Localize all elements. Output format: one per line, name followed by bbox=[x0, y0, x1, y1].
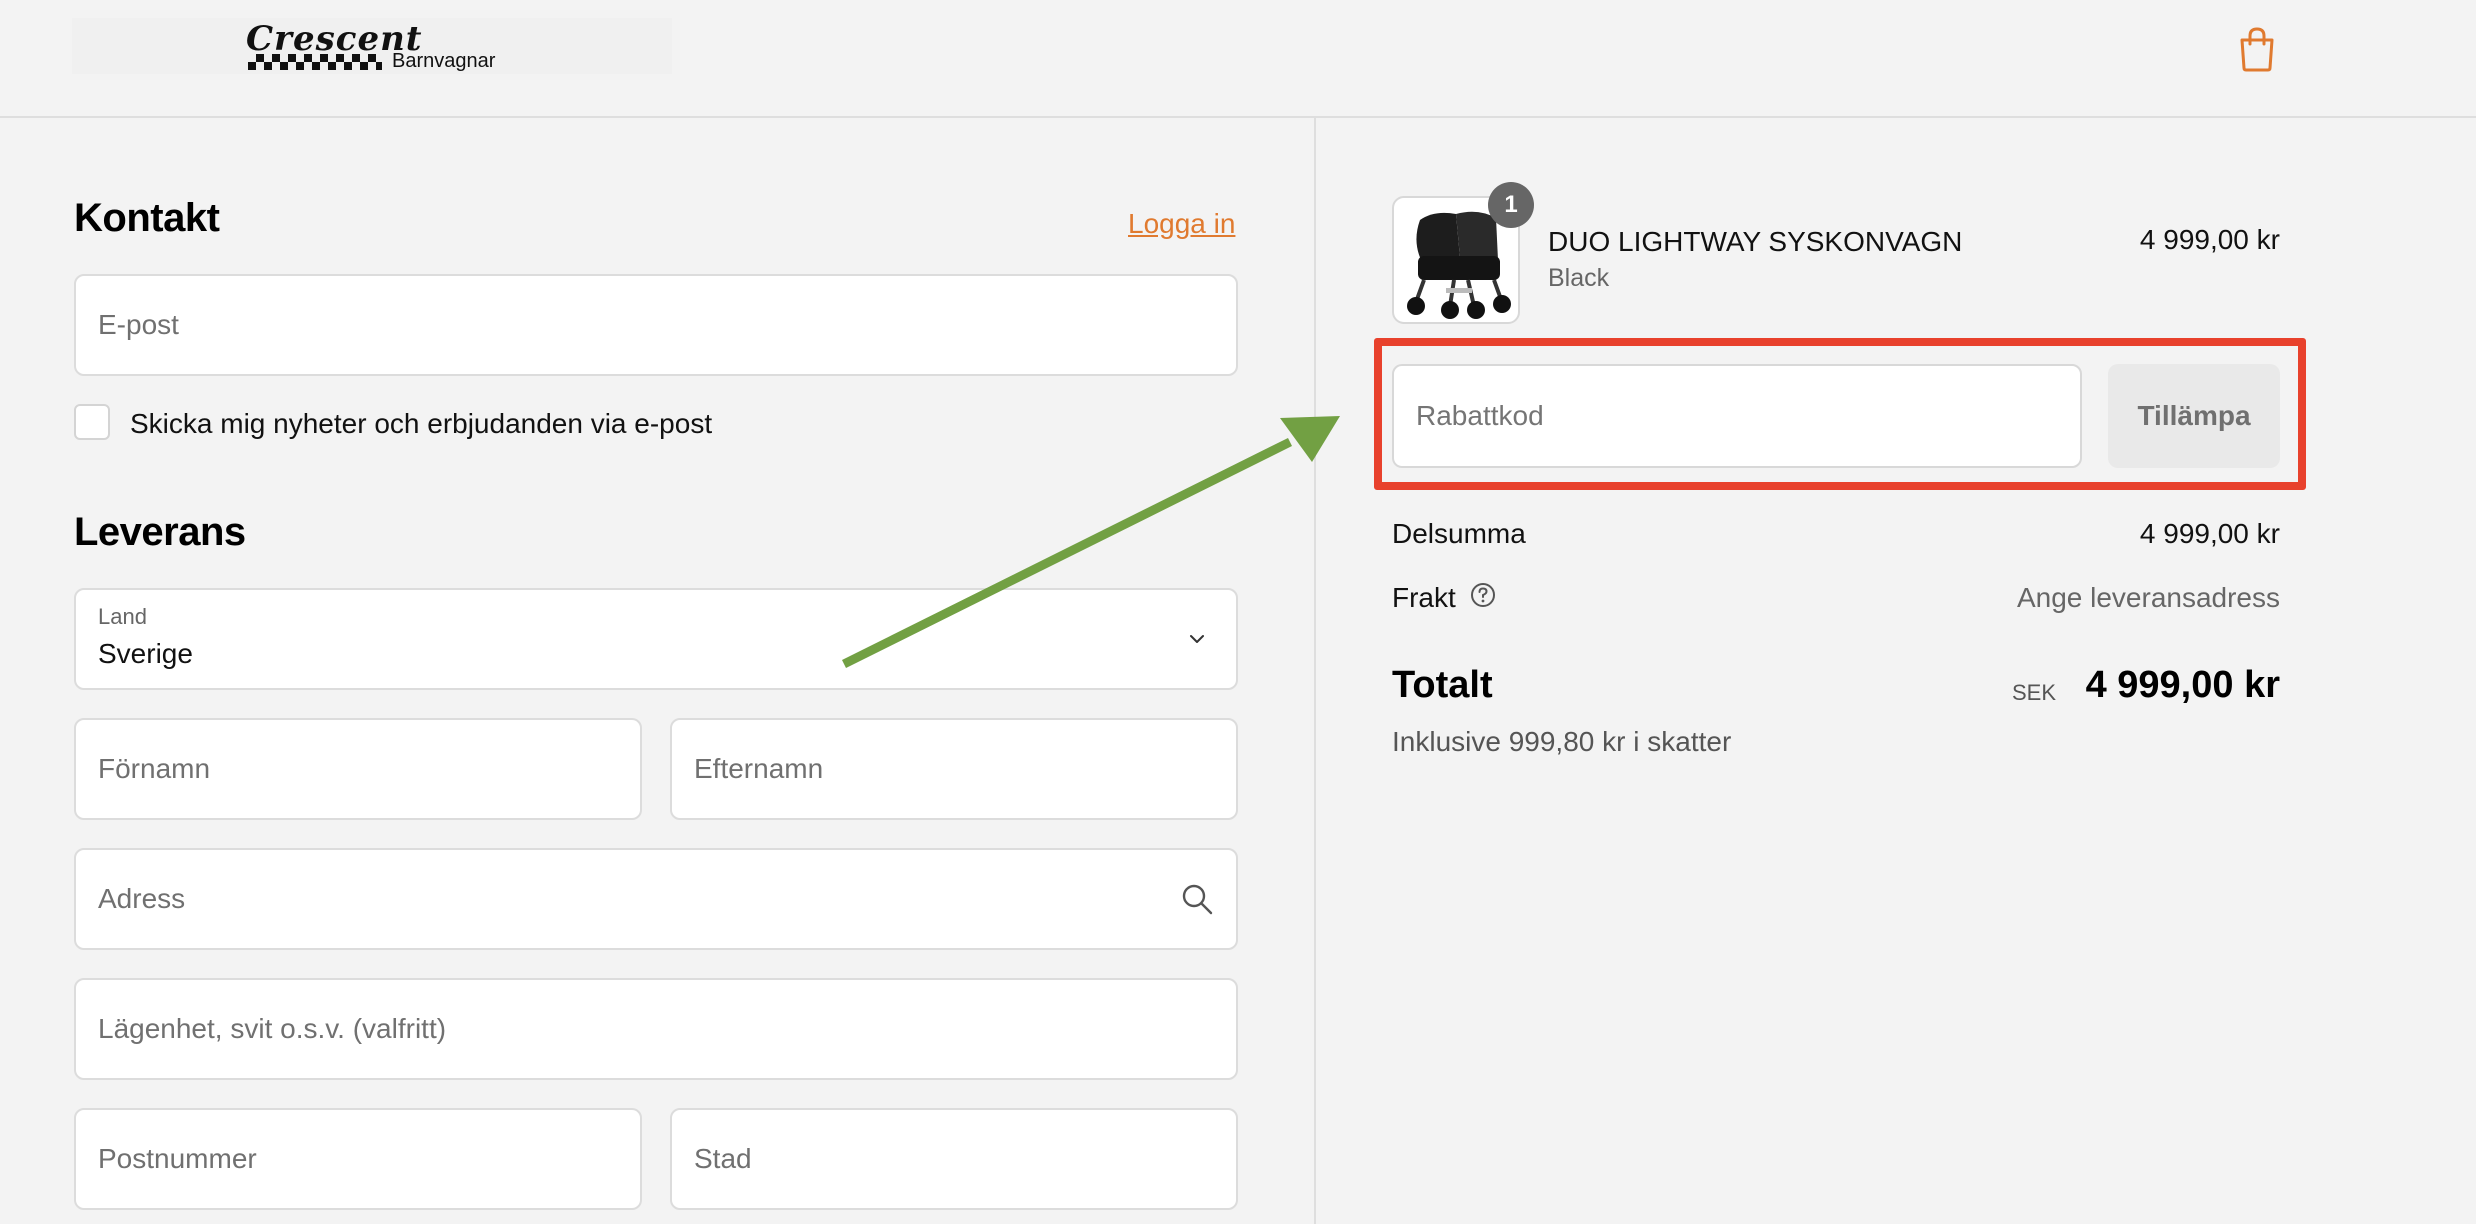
total-label: Totalt bbox=[1392, 664, 1493, 706]
logo-checker-pattern bbox=[248, 54, 382, 70]
country-label: Land bbox=[98, 604, 147, 629]
header: Crescent Barnvagnar bbox=[0, 0, 2476, 118]
first-name-input[interactable] bbox=[98, 720, 582, 818]
postal-code-field[interactable] bbox=[74, 1108, 642, 1210]
total-value: 4 999,00 kr bbox=[2085, 664, 2280, 706]
shipping-label: Frakt bbox=[1392, 582, 1456, 613]
country-value: Sverige bbox=[98, 638, 193, 669]
tax-note: Inklusive 999,80 kr i skatter bbox=[1392, 726, 1732, 757]
logo-subtitle: Barnvagnar bbox=[392, 50, 496, 72]
country-select[interactable]: Land Sverige bbox=[74, 588, 1238, 690]
postal-code-input[interactable] bbox=[98, 1110, 582, 1208]
city-field[interactable] bbox=[670, 1108, 1238, 1210]
chevron-down-icon bbox=[1190, 635, 1204, 643]
logo[interactable]: Crescent Barnvagnar bbox=[246, 22, 506, 74]
login-link[interactable]: Logga in bbox=[1128, 208, 1235, 240]
address-field[interactable] bbox=[74, 848, 1238, 950]
email-field[interactable] bbox=[74, 274, 1238, 376]
quantity-badge: 1 bbox=[1488, 182, 1534, 228]
contact-heading: Kontakt bbox=[74, 196, 220, 240]
checkout-page: Crescent Barnvagnar Kontakt Logga in Ski… bbox=[0, 0, 2476, 1224]
product-name: DUO LIGHTWAY SYSKONVAGN bbox=[1548, 226, 1963, 257]
subtotal-label: Delsumma bbox=[1392, 518, 1526, 549]
product-price: 4 999,00 kr bbox=[2139, 224, 2280, 255]
subtotal-value: 4 999,00 kr bbox=[2139, 518, 2280, 549]
help-icon[interactable] bbox=[1470, 582, 1496, 608]
currency-code: SEK bbox=[2012, 680, 2057, 705]
newsletter-label: Skicka mig nyheter och erbjudanden via e… bbox=[130, 408, 713, 439]
shipping-value: Ange leveransadress bbox=[2016, 582, 2280, 613]
apartment-input[interactable] bbox=[98, 980, 1178, 1078]
newsletter-checkbox[interactable] bbox=[74, 404, 110, 440]
first-name-field[interactable] bbox=[74, 718, 642, 820]
discount-highlight-box bbox=[1374, 338, 2306, 490]
shopping-bag-icon[interactable] bbox=[2238, 26, 2276, 72]
apartment-field[interactable] bbox=[74, 978, 1238, 1080]
email-input[interactable] bbox=[98, 276, 1178, 374]
search-icon[interactable] bbox=[1180, 882, 1214, 916]
address-input[interactable] bbox=[98, 850, 1178, 948]
column-divider bbox=[1314, 118, 1316, 1224]
last-name-field[interactable] bbox=[670, 718, 1238, 820]
product-variant: Black bbox=[1548, 264, 1610, 292]
delivery-heading: Leverans bbox=[74, 510, 246, 554]
city-input[interactable] bbox=[694, 1110, 1178, 1208]
last-name-input[interactable] bbox=[694, 720, 1178, 818]
